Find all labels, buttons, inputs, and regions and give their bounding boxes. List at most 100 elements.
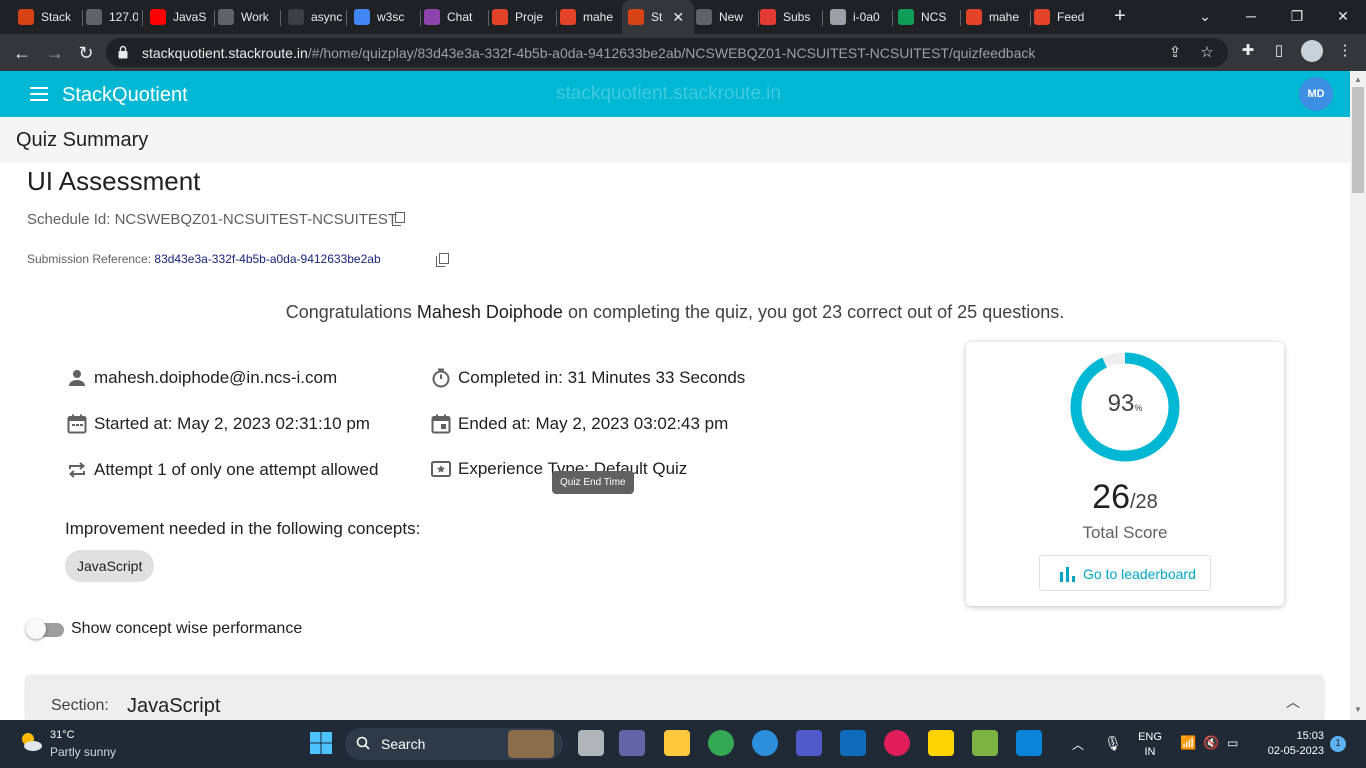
concept-chip: JavaScript [65,550,155,582]
language-indicator[interactable]: ENG IN [1134,731,1166,758]
tab-favicon-icon [492,9,508,25]
tab-label: mahe [583,10,614,24]
app-title[interactable]: StackQuotient [62,84,188,107]
clock[interactable]: 15:03 02-05-2023 [1258,730,1324,757]
leaderboard-label: Go to leaderboard [1083,566,1196,582]
tab-separator [82,10,83,26]
tab-favicon-icon [966,9,982,25]
restore-button[interactable]: ❐ [1274,0,1320,34]
wifi-icon[interactable]: 📶 [1180,735,1196,751]
section-name: JavaScript [127,695,221,717]
concepts-heading: Improvement needed in the following conc… [65,519,421,538]
page-scrollbar[interactable]: ▲ ▼ [1350,71,1366,720]
taskbar-search[interactable]: Search [345,728,563,760]
profile-avatar-icon[interactable] [1301,40,1323,62]
battery-icon[interactable]: ▭ [1227,736,1238,750]
browser-menu-icon[interactable]: ⋮ [1334,40,1356,62]
browser-tab[interactable]: Chat [424,0,484,34]
weather-temp[interactable]: 31°C [50,729,75,741]
hamburger-menu-icon[interactable] [30,87,48,101]
user-avatar[interactable]: MD [1299,77,1333,111]
concept-performance-label[interactable]: Show concept wise performance [71,620,302,638]
bookmark-star-icon[interactable]: ☆ [1197,43,1217,63]
show-hidden-icons-icon[interactable]: ︿ [1072,736,1084,753]
teams-icon[interactable] [796,730,822,756]
calendar-end-icon [431,414,451,434]
search-icon [356,736,370,750]
vscode-icon[interactable] [1016,730,1042,756]
concept-performance-toggle[interactable] [26,619,64,639]
browser-tab[interactable]: Proje [492,0,552,34]
microphone-icon[interactable]: 🎙 [1104,735,1122,752]
browser-tab[interactable]: St ✕ [622,0,694,34]
browser-tab[interactable]: Feed [1034,0,1094,34]
scrollbar-thumb[interactable] [1352,87,1364,193]
experience-icon [431,461,451,477]
page-header: Quiz Summary [0,117,1350,163]
browser-tab[interactable]: mahe [560,0,618,34]
calendar-start-icon [67,414,87,434]
quiz-title: UI Assessment [27,166,201,196]
tab-search-icon[interactable]: ⌄ [1182,0,1228,34]
notification-badge[interactable]: 1 [1330,736,1346,752]
browser-tab[interactable]: 127.0 [86,0,138,34]
lock-icon [118,45,128,59]
tab-close-icon[interactable]: ✕ [672,9,684,26]
sticky-notes-icon[interactable] [928,730,954,756]
tab-favicon-icon [760,9,776,25]
forward-icon[interactable]: → [42,40,68,66]
tab-separator [758,10,759,26]
submission-reference: Submission Reference: 83d43e3a-332f-4b5b… [27,252,381,266]
url-field[interactable]: stackquotient.stackroute.in/#/home/quizp… [106,38,1228,67]
search-highlight-icon [508,730,554,758]
browser-tab[interactable]: JavaS [150,0,210,34]
volume-icon[interactable]: 🔇 [1203,735,1219,751]
windows-taskbar: 31°C Partly sunny Search ︿ 🎙 ENG IN 📶 🔇 ▭… [0,720,1366,768]
browser-tab[interactable]: mahe [966,0,1026,34]
extensions-puzzle-icon[interactable]: ✚ [1237,40,1259,62]
tab-favicon-icon [218,9,234,25]
notepad-plus-icon[interactable] [972,730,998,756]
started-at: Started at: May 2, 2023 02:31:10 pm [94,414,370,433]
tab-label: i-0a0 [853,10,880,24]
windows-start-icon[interactable] [308,730,334,756]
browser-tab[interactable]: i-0a0 [830,0,888,34]
edge-icon[interactable] [752,730,778,756]
tab-label: async [311,10,342,24]
chat-icon[interactable] [619,730,645,756]
browser-tab[interactable]: w3sc [354,0,416,34]
copy-schedule-id-icon[interactable] [392,212,406,227]
browser-tab[interactable]: NCS [898,0,956,34]
scroll-down-arrow-icon[interactable]: ▼ [1354,705,1362,714]
browser-tab[interactable]: New [696,0,754,34]
tab-label: Stack [41,10,72,24]
tab-favicon-icon [628,9,644,25]
browser-tab[interactable]: Subs [760,0,818,34]
tab-separator [960,10,961,26]
weather-desc[interactable]: Partly sunny [50,745,116,759]
scroll-up-arrow-icon[interactable]: ▲ [1354,75,1362,84]
share-icon[interactable]: ⇪ [1165,43,1185,63]
section-panel[interactable]: Section: JavaScript ︿ [26,675,1323,720]
chrome-icon[interactable] [708,730,734,756]
reload-icon[interactable]: ↻ [73,40,99,66]
outlook-icon[interactable] [840,730,866,756]
leaderboard-button[interactable]: Go to leaderboard [1039,555,1211,591]
tab-label: NCS [921,10,947,24]
congratulations-message: Congratulations Mahesh Doiphode on compl… [285,302,1065,322]
side-panel-icon[interactable]: ▯ [1268,40,1290,62]
minimize-button[interactable]: ─ [1228,0,1274,34]
copy-submission-ref-icon[interactable] [436,253,450,268]
file-explorer-icon[interactable] [664,730,690,756]
browser-tab[interactable]: Work [218,0,276,34]
new-tab-button[interactable]: + [1109,5,1131,27]
task-view-icon[interactable] [578,730,604,756]
slack-icon[interactable] [884,730,910,756]
browser-tab[interactable]: async [288,0,342,34]
tab-favicon-icon [1034,9,1050,25]
browser-tab[interactable]: Stack [18,0,78,34]
chevron-up-icon[interactable]: ︿ [1286,692,1300,712]
back-icon[interactable]: ← [9,40,35,66]
tab-separator [892,10,893,26]
close-window-button[interactable]: ✕ [1320,0,1366,34]
